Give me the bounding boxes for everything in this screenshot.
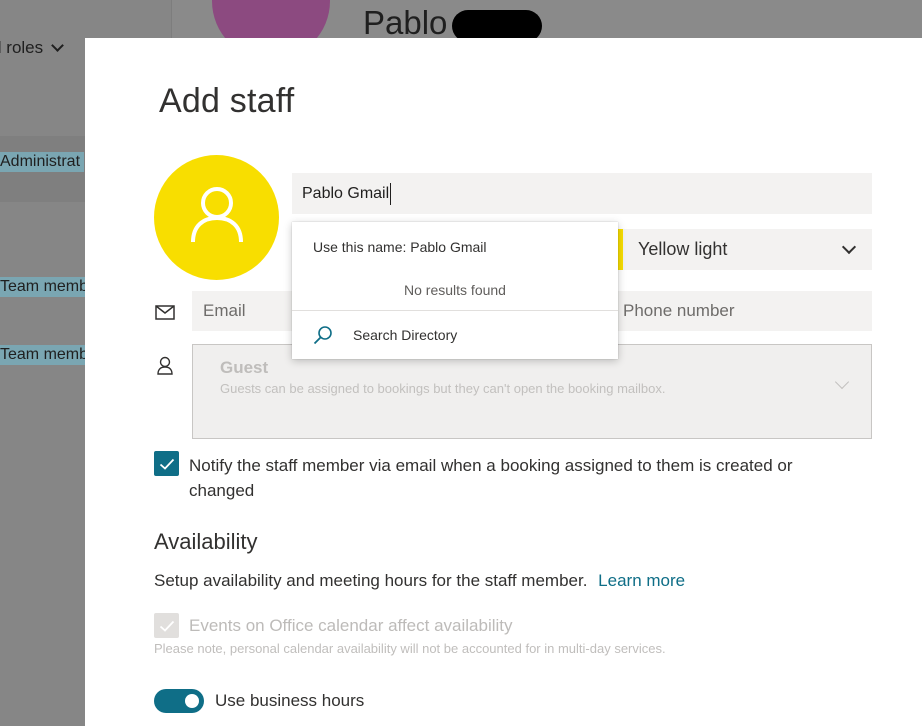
person-icon	[191, 187, 243, 243]
use-this-name-option[interactable]: Use this name: Pablo Gmail	[313, 239, 487, 255]
checkmark-icon	[159, 458, 174, 470]
availability-description: Setup availability and meeting hours for…	[154, 571, 685, 591]
availability-heading: Availability	[154, 529, 258, 554]
search-icon	[313, 326, 332, 345]
staff-avatar[interactable]	[154, 155, 279, 280]
business-hours-toggle[interactable]	[154, 689, 204, 713]
person-role-icon	[157, 356, 173, 375]
notify-label: Notify the staff member via email when a…	[189, 456, 793, 500]
no-results-text: No results found	[404, 282, 506, 298]
role-tag: Administrat	[0, 152, 85, 172]
business-hours-label: Use business hours	[215, 691, 365, 710]
checkmark-icon	[159, 620, 174, 632]
learn-more-link[interactable]: Learn more	[598, 571, 685, 590]
search-directory-option[interactable]: Search Directory	[292, 311, 618, 359]
text-caret	[390, 183, 391, 205]
role-tag: Team memb	[0, 277, 93, 297]
toggle-knob	[185, 694, 199, 708]
events-calendar-label: Events on Office calendar affect availab…	[189, 616, 513, 635]
role-name: Guest	[220, 358, 269, 377]
background-profile-name: Pablo	[363, 4, 448, 41]
availability-description-text: Setup availability and meeting hours for…	[154, 571, 588, 590]
role-description: Guests can be assigned to bookings but t…	[220, 381, 666, 396]
events-calendar-checkbox[interactable]	[154, 613, 179, 638]
staff-name-input[interactable]	[292, 173, 872, 214]
notify-checkbox[interactable]	[154, 451, 179, 476]
chevron-down-icon	[51, 39, 64, 52]
events-calendar-note: Please note, personal calendar availabil…	[154, 641, 666, 656]
chevron-down-icon	[834, 374, 850, 390]
roles-filter: ll roles	[0, 38, 64, 58]
mail-icon	[155, 305, 175, 320]
chevron-down-icon	[841, 239, 857, 254]
color-select[interactable]: Yellow light	[616, 229, 872, 270]
name-suggestion-dropdown: Use this name: Pablo Gmail No results fo…	[292, 222, 618, 359]
add-staff-panel: Add staff Yellow light Guest Guests can …	[85, 38, 922, 726]
color-select-value: Yellow light	[638, 239, 728, 259]
roles-filter-label: ll roles	[0, 38, 44, 57]
panel-title: Add staff	[159, 82, 295, 120]
role-tag: Team memb	[0, 345, 93, 365]
search-directory-label: Search Directory	[353, 327, 458, 343]
